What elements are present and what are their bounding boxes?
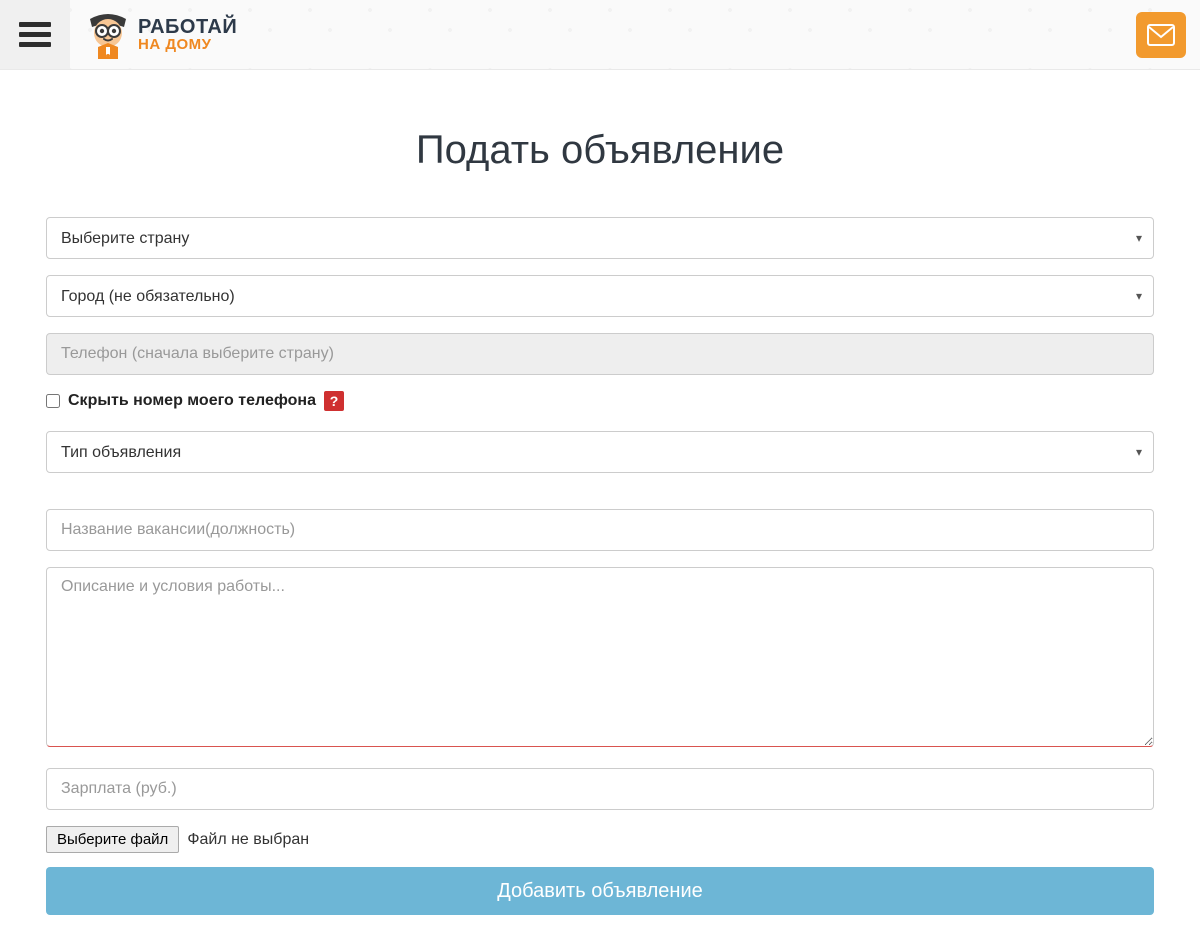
logo-line-1: РАБОТАЙ: [138, 17, 237, 37]
ad-type-field: Тип объявления: [46, 431, 1154, 473]
salary-field: [46, 768, 1154, 810]
ad-type-select[interactable]: Тип объявления: [46, 431, 1154, 473]
file-row: Выберите файл Файл не выбран: [46, 826, 1154, 853]
help-icon[interactable]: ?: [324, 391, 344, 411]
logo-line-2: НА ДОМУ: [138, 37, 237, 52]
logo-text: РАБОТАЙ НА ДОМУ: [138, 17, 237, 52]
hide-phone-label[interactable]: Скрыть номер моего телефона: [68, 392, 316, 410]
country-select[interactable]: Выберите страну: [46, 217, 1154, 259]
hamburger-icon: [19, 22, 51, 48]
header: РАБОТАЙ НА ДОМУ: [0, 0, 1200, 70]
mail-button[interactable]: [1136, 12, 1186, 58]
city-field: Город (не обязательно): [46, 275, 1154, 317]
job-title-input[interactable]: [46, 509, 1154, 551]
salary-input[interactable]: [46, 768, 1154, 810]
logo[interactable]: РАБОТАЙ НА ДОМУ: [84, 11, 237, 59]
hide-phone-row: Скрыть номер моего телефона ?: [46, 391, 1154, 411]
hide-phone-checkbox[interactable]: [46, 394, 60, 408]
mail-icon: [1147, 24, 1175, 46]
choose-file-button[interactable]: Выберите файл: [46, 826, 179, 853]
phone-input[interactable]: [46, 333, 1154, 375]
logo-mascot-icon: [84, 11, 132, 59]
submit-button[interactable]: Добавить объявление: [46, 867, 1154, 915]
description-field: [46, 567, 1154, 752]
content: Подать объявление Выберите страну Город …: [46, 128, 1154, 935]
city-select[interactable]: Город (не обязательно): [46, 275, 1154, 317]
menu-button[interactable]: [0, 0, 70, 70]
phone-field: [46, 333, 1154, 375]
file-status-text: Файл не выбран: [187, 831, 309, 849]
page-title: Подать объявление: [46, 128, 1154, 173]
title-field: [46, 509, 1154, 551]
description-textarea[interactable]: [46, 567, 1154, 747]
country-field: Выберите страну: [46, 217, 1154, 259]
